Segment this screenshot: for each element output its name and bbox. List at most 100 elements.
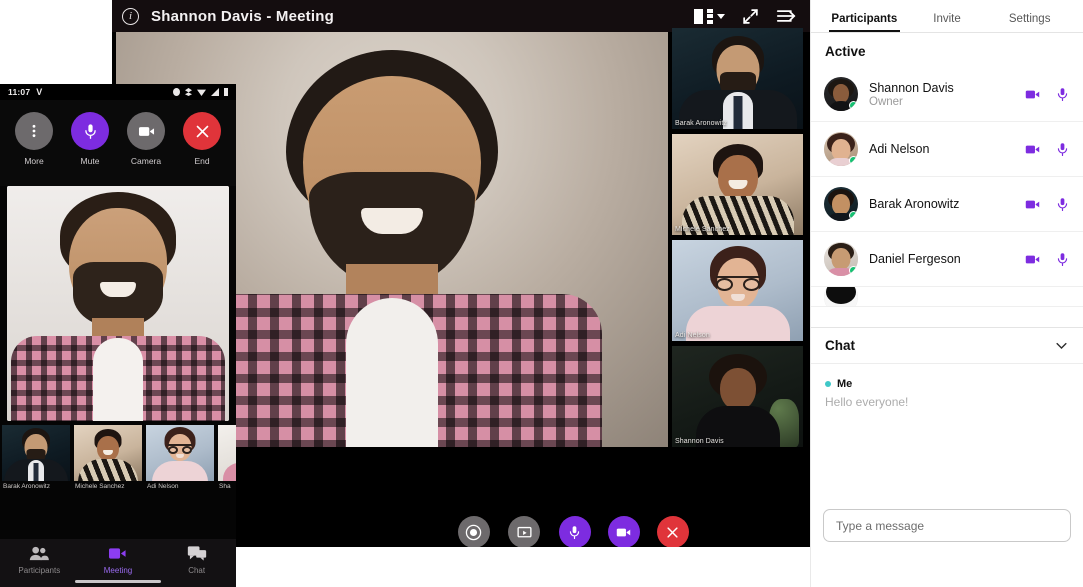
video-camera-icon[interactable]	[1024, 196, 1041, 213]
mobile-more-label: More	[24, 156, 44, 166]
video-camera-icon	[616, 528, 631, 536]
mobile-camera-button[interactable]: Camera	[127, 112, 165, 166]
participant-name: Shannon Davis	[869, 80, 954, 95]
participant-row[interactable]: Daniel Fergeson	[811, 232, 1083, 287]
share-screen-button[interactable]: Share Screen	[505, 516, 543, 547]
end-call-button[interactable]: End	[655, 516, 690, 547]
participant-row[interactable]: Shannon Davis Owner	[811, 67, 1083, 122]
video-camera-icon[interactable]	[1024, 251, 1041, 268]
record-icon	[465, 524, 482, 540]
signal-icon	[211, 88, 219, 96]
participant-row[interactable]: Adi Nelson	[811, 122, 1083, 177]
tab-participants[interactable]: Participants	[823, 13, 906, 32]
online-status-dot	[849, 156, 858, 165]
microphone-icon[interactable]	[1055, 252, 1070, 267]
mobile-camera-label: Camera	[130, 156, 162, 166]
participant-row[interactable]: Barak Aronowitz	[811, 177, 1083, 232]
mobile-phone-window: 11:07 V More Mute Camera End Barak Arono…	[0, 84, 236, 587]
mobile-nav-chat-label: Chat	[188, 566, 206, 575]
chat-message: Me Hello everyone!	[825, 378, 1069, 409]
mobile-strip-tile-label: Sha	[219, 483, 231, 490]
close-x-icon	[667, 526, 678, 538]
avatar	[824, 287, 858, 306]
mobile-strip-tile-label: Michele Sanchez	[75, 483, 125, 490]
mobile-nav-participants[interactable]: Participants	[9, 545, 69, 575]
chat-message-input[interactable]	[823, 509, 1071, 542]
chat-input-wrapper	[823, 509, 1071, 542]
camera-button[interactable]: Camera	[606, 516, 641, 547]
mic-button[interactable]: Mic	[557, 516, 592, 547]
mobile-more-button[interactable]: More	[15, 112, 53, 166]
mobile-nav-chat[interactable]: Chat	[167, 545, 227, 575]
wifi-icon	[197, 89, 206, 96]
participant-actions	[1024, 251, 1070, 268]
participants-list: Shannon Davis Owner Adi Nelson Barak Aro…	[811, 67, 1083, 327]
participant-actions	[1024, 86, 1070, 103]
video-camera-icon[interactable]	[1024, 86, 1041, 103]
video-camera-icon	[109, 548, 127, 559]
participant-actions	[1024, 196, 1070, 213]
filmstrip-tile[interactable]: Adi Nelson	[672, 240, 803, 341]
filmstrip-tile[interactable]: Michele Sanchez	[672, 134, 803, 235]
microphone-icon[interactable]	[1055, 87, 1070, 102]
mobile-strip-tile[interactable]	[2, 425, 70, 481]
participant-row[interactable]	[811, 287, 1083, 307]
filmstrip-tile-label: Shannon Davis	[675, 438, 724, 445]
participant-name: Barak Aronowitz	[869, 197, 960, 211]
close-x-icon	[196, 125, 208, 137]
filmstrip-tile[interactable]: Barak Aronowitz	[672, 28, 803, 129]
video-camera-icon[interactable]	[1024, 141, 1041, 158]
message-author-dot	[825, 381, 831, 387]
filmstrip-tile-label: Adi Nelson	[675, 332, 710, 339]
microphone-icon	[569, 525, 580, 539]
mobile-mute-button[interactable]: Mute	[71, 112, 109, 166]
chat-section-header[interactable]: Chat	[811, 327, 1083, 364]
avatar	[824, 242, 858, 276]
chat-bubble-icon	[187, 546, 206, 561]
avatar	[824, 132, 858, 166]
mobile-nav-meeting[interactable]: Meeting	[88, 545, 148, 575]
mobile-participant-strip: Barak Aronowitz Michele Sanchez Adi Nels…	[0, 421, 236, 493]
mobile-end-button[interactable]: End	[183, 112, 221, 166]
avatar	[824, 77, 858, 111]
online-status-dot	[849, 211, 858, 220]
filmstrip-tile[interactable]: Shannon Davis	[672, 346, 803, 447]
mobile-strip-tile-label: Barak Aronowitz	[3, 483, 50, 490]
mobile-self-view[interactable]	[7, 186, 229, 421]
chevron-down-icon[interactable]	[1054, 338, 1069, 353]
alarm-icon	[173, 88, 180, 96]
message-author: Me	[837, 378, 853, 390]
tab-settings[interactable]: Settings	[988, 13, 1071, 32]
mobile-nav-participants-label: Participants	[18, 566, 61, 575]
microphone-icon[interactable]	[1055, 197, 1070, 212]
participant-name: Daniel Fergeson	[869, 252, 961, 266]
mobile-nav-meeting-label: Meeting	[103, 566, 133, 575]
desktop-control-bar: Record Share Screen	[456, 516, 690, 547]
chat-title: Chat	[825, 338, 855, 353]
participant-actions	[1024, 141, 1070, 158]
list-arrow-icon[interactable]	[776, 7, 796, 25]
bluetooth-icon	[185, 88, 192, 96]
online-status-dot	[849, 266, 858, 275]
tab-invite[interactable]: Invite	[906, 13, 989, 32]
mobile-strip-tile[interactable]	[146, 425, 214, 481]
record-button[interactable]: Record	[456, 516, 491, 547]
message-text: Hello everyone!	[825, 395, 909, 409]
titlebar-actions	[694, 7, 800, 26]
status-system-icons	[173, 88, 228, 96]
layout-grid-icon[interactable]	[694, 8, 725, 24]
microphone-icon[interactable]	[1055, 142, 1070, 157]
side-panel: Participants Invite Settings Active Shan…	[810, 0, 1083, 587]
people-icon	[30, 546, 50, 561]
expand-arrows-icon[interactable]	[741, 7, 760, 26]
participant-name: Adi Nelson	[869, 142, 930, 156]
mobile-mute-label: Mute	[80, 156, 100, 166]
active-section-title: Active	[825, 44, 866, 59]
filmstrip-tile-label: Michele Sanchez	[675, 226, 730, 233]
microphone-icon	[84, 123, 96, 139]
filmstrip: Barak Aronowitz Michele Sanchez Adi Nels…	[672, 28, 806, 447]
filmstrip-tile-label: Barak Aronowitz	[675, 120, 728, 127]
info-icon[interactable]: i	[122, 7, 139, 25]
mobile-strip-tile[interactable]	[218, 425, 236, 481]
mobile-strip-tile[interactable]	[74, 425, 142, 481]
